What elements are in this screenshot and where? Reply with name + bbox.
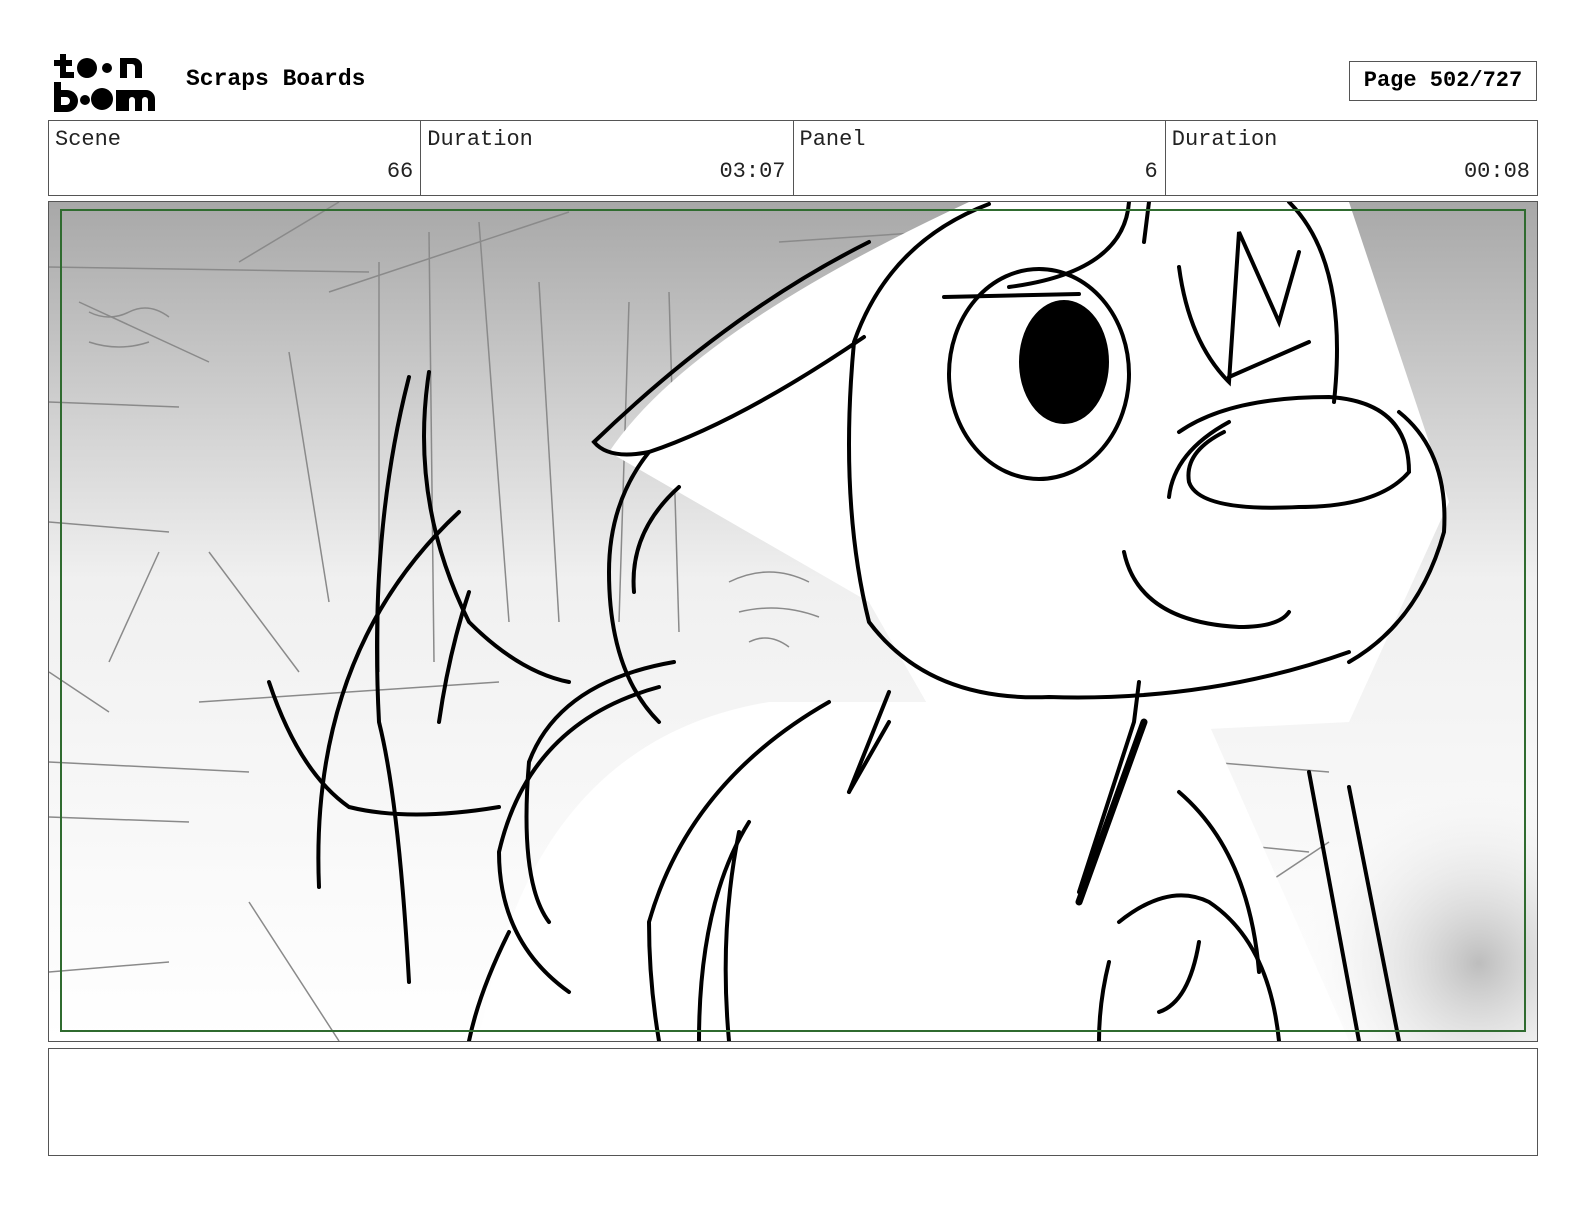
notes-box (48, 1048, 1538, 1156)
scene-duration-cell: Duration 03:07 (420, 121, 792, 195)
scene-duration-value: 03:07 (719, 159, 786, 184)
info-table: Scene 66 Duration 03:07 Panel 6 Duration… (48, 120, 1538, 196)
page-indicator: Page 502/727 (1349, 61, 1537, 101)
panel-duration-label: Duration (1171, 127, 1278, 152)
storyboard-drawing (49, 202, 1537, 1041)
scene-value: 66 (386, 159, 414, 184)
toonboom-logo-mark (54, 54, 155, 112)
panel-label: Panel (799, 127, 866, 152)
scene-duration-label: Duration (427, 127, 533, 152)
toonboom-logo (52, 50, 164, 112)
storyboard-panel (48, 201, 1538, 1042)
panel-duration-value: 00:08 (1463, 159, 1530, 184)
scene-cell: Scene 66 (49, 121, 420, 195)
scene-label: Scene (55, 127, 122, 152)
project-title: Scraps Boards (186, 66, 366, 92)
panel-value: 6 (1144, 159, 1158, 184)
panel-duration-cell: Duration 00:08 (1164, 121, 1537, 195)
panel-cell: Panel 6 (792, 121, 1165, 195)
